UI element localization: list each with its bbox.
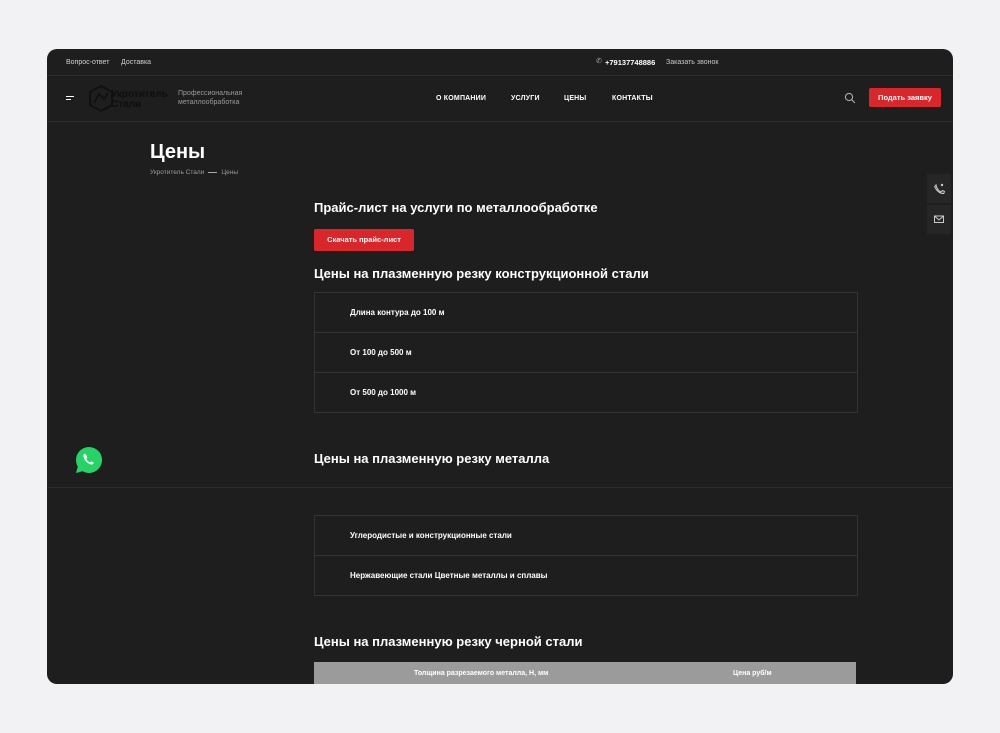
callback-link[interactable]: Заказать звонок	[666, 59, 718, 66]
page-title: Цены	[150, 141, 206, 163]
side-mail-button[interactable]	[927, 205, 951, 234]
breadcrumb-home[interactable]: Укротитель Стали	[150, 169, 204, 176]
construction-steel-title: Цены на плазменную резку конструкционной…	[314, 266, 649, 281]
list-item[interactable]: Углеродистые и конструкционные стали	[315, 516, 857, 556]
logo[interactable]: Укротитель Стали	[89, 85, 171, 112]
breadcrumb-current: Цены	[221, 169, 238, 176]
side-callback-button[interactable]	[927, 174, 951, 203]
nav-services[interactable]: УСЛУГИ	[511, 95, 540, 102]
search-icon[interactable]	[844, 92, 856, 104]
black-steel-title: Цены на плазменную резку черной стали	[314, 634, 583, 649]
faq-link[interactable]: Вопрос-ответ	[66, 59, 109, 66]
top-bar: Вопрос-ответ Доставка ✆ +79137748886 Зак…	[47, 49, 953, 76]
browser-window: Вопрос-ответ Доставка ✆ +79137748886 Зак…	[47, 49, 953, 684]
mail-icon	[934, 215, 944, 223]
logo-emblem-icon	[89, 85, 113, 112]
tagline: Профессиональная металлообработка	[178, 90, 243, 106]
logo-text-line2: Стали	[111, 99, 142, 110]
site-header: Укротитель Стали Профессиональная металл…	[47, 76, 953, 122]
pricelist-title: Прайс-лист на услуги по металлообработке	[314, 200, 598, 215]
price-table-header: Толщина разрезаемого металла, Н, мм Цена…	[314, 662, 856, 684]
submit-request-button[interactable]: Подать заявку	[869, 88, 941, 107]
construction-steel-list: Длина контура до 100 м От 100 до 500 м О…	[314, 292, 858, 413]
metal-cutting-list: Углеродистые и конструкционные стали Нер…	[314, 515, 858, 596]
list-item[interactable]: Длина контура до 100 м	[315, 293, 857, 333]
phone-callback-icon	[934, 183, 946, 195]
breadcrumb: Укротитель Стали Цены	[150, 169, 238, 176]
whatsapp-icon[interactable]	[74, 445, 104, 475]
delivery-link[interactable]: Доставка	[121, 59, 151, 66]
list-item[interactable]: От 100 до 500 м	[315, 333, 857, 373]
column-header-price: Цена руб/м	[733, 670, 772, 677]
menu-icon[interactable]	[66, 96, 74, 101]
nav-prices[interactable]: ЦЕНЫ	[564, 95, 587, 102]
nav-about[interactable]: О КОМПАНИИ	[436, 95, 486, 102]
list-item[interactable]: Нержавеющие стали Цветные металлы и спла…	[315, 556, 857, 595]
breadcrumb-separator	[208, 171, 218, 173]
list-item[interactable]: От 500 до 1000 м	[315, 373, 857, 412]
section-divider	[47, 487, 953, 488]
nav-contacts[interactable]: КОНТАКТЫ	[612, 95, 653, 102]
download-pricelist-button[interactable]: Скачать прайс-лист	[314, 229, 414, 251]
metal-cutting-title: Цены на плазменную резку металла	[314, 451, 550, 466]
phone-icon: ✆	[596, 58, 602, 65]
phone-link[interactable]: +79137748886	[605, 58, 655, 67]
column-header-thickness: Толщина разрезаемого металла, Н, мм	[414, 670, 549, 677]
